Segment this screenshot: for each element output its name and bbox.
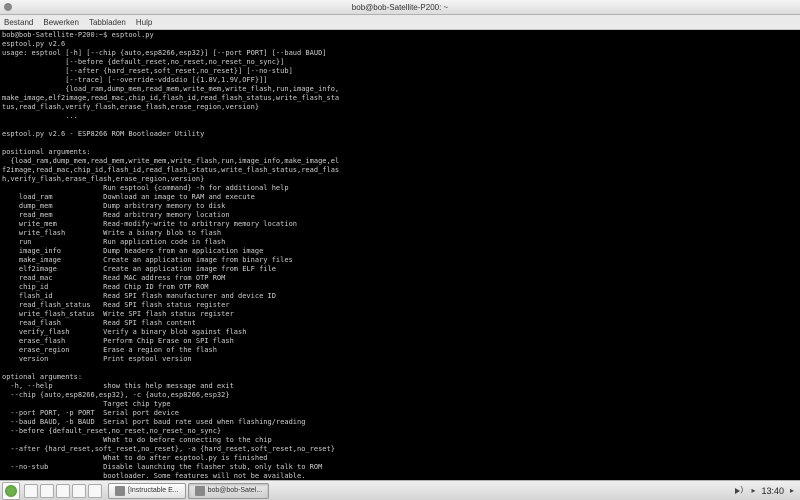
quick-launch [24, 484, 102, 498]
quicklaunch-item[interactable] [56, 484, 70, 498]
menu-bestand[interactable]: Bestand [4, 18, 33, 27]
terminal-output: esptool.py v2.6 usage: esptool [-h] [--c… [2, 40, 339, 480]
window-menu-icon[interactable] [4, 3, 12, 11]
menu-bewerken[interactable]: Bewerken [43, 18, 79, 27]
terminal-area[interactable]: bob@bob-Satellite-P200:~$ esptool.py esp… [0, 30, 800, 480]
task-label: [Instructable E... [128, 487, 179, 494]
quicklaunch-item[interactable] [88, 484, 102, 498]
shell-prompt: bob@bob-Satellite-P200:~$ [2, 31, 107, 39]
task-list: [Instructable E... bob@bob-Satel... [108, 483, 269, 499]
start-menu-icon [5, 485, 17, 497]
quicklaunch-item[interactable] [72, 484, 86, 498]
volume-icon[interactable] [735, 486, 745, 496]
menu-tabbladen[interactable]: Tabbladen [89, 18, 126, 27]
clock[interactable]: 13:40 [761, 486, 784, 496]
taskbar-task[interactable]: [Instructable E... [108, 483, 186, 499]
quicklaunch-item[interactable] [40, 484, 54, 498]
task-icon [115, 486, 125, 496]
quicklaunch-item[interactable] [24, 484, 38, 498]
taskbar-task[interactable]: bob@bob-Satel... [188, 483, 270, 499]
task-label: bob@bob-Satel... [208, 487, 263, 494]
menu-bar: Bestand Bewerken Tabbladen Hulp [0, 15, 800, 30]
system-tray: ▸ 13:40 ▸ [735, 486, 794, 496]
tray-arrow-icon[interactable]: ▸ [751, 486, 755, 495]
window-titlebar: bob@bob-Satellite-P200: ~ [0, 0, 800, 15]
taskbar-panel: [Instructable E... bob@bob-Satel... ▸ 13:… [0, 480, 800, 500]
start-menu-button[interactable] [2, 482, 20, 500]
menu-hulp[interactable]: Hulp [136, 18, 152, 27]
window-title: bob@bob-Satellite-P200: ~ [352, 3, 448, 12]
task-icon [195, 486, 205, 496]
tray-arrow-icon[interactable]: ▸ [790, 486, 794, 495]
command-text: esptool.py [112, 31, 154, 39]
